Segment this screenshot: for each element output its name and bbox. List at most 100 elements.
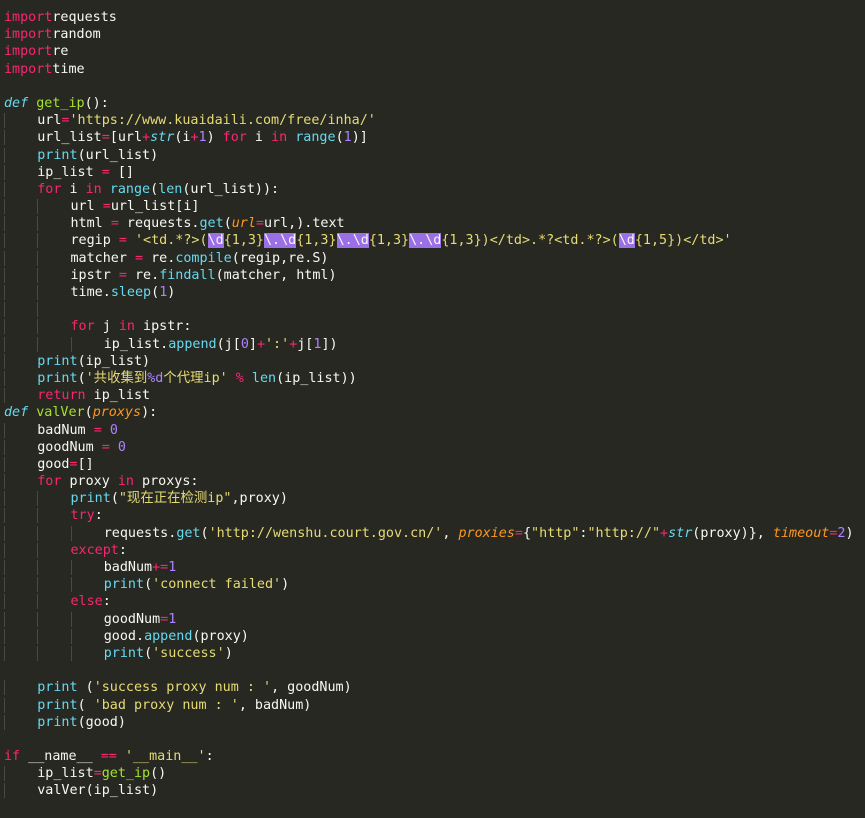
- code-token: (: [223, 216, 232, 232]
- indent-guide: [4, 594, 38, 610]
- code-line[interactable]: print('共收集到%d个代理ip' % len(ip_list)): [4, 370, 854, 387]
- code-line[interactable]: good.append(proxy): [4, 628, 854, 645]
- code-token: str: [668, 525, 693, 541]
- code-token: , badNum): [238, 697, 312, 713]
- code-line[interactable]: print ('success proxy num : ', goodNum): [4, 679, 854, 696]
- code-token: 0: [109, 422, 118, 438]
- indent-guide: [37, 560, 71, 575]
- code-token: in: [271, 130, 288, 146]
- code-token: str: [150, 130, 175, 146]
- code-line[interactable]: url =url_list[i]: [4, 198, 854, 215]
- code-token: ]: [248, 336, 257, 352]
- code-token: \d: [618, 233, 635, 249]
- code-line[interactable]: print('success'): [4, 645, 854, 662]
- code-token: '__main__': [124, 749, 206, 765]
- code-line[interactable]: def get_ip():: [4, 95, 854, 112]
- code-line[interactable]: print(ip_list): [4, 353, 854, 370]
- code-line[interactable]: importre: [4, 43, 854, 60]
- code-line[interactable]: html = requests.get(url=url,).text: [4, 215, 854, 232]
- code-token: \.: [336, 233, 353, 249]
- code-line[interactable]: if __name__ == '__main__':: [4, 748, 854, 765]
- code-line[interactable]: ipstr = re.findall(matcher, html): [4, 267, 854, 284]
- code-line[interactable]: return ip_list: [4, 387, 854, 404]
- code-line[interactable]: regip = '<td.*?>(\d{1,3}\.\d{1,3}\.\d{1,…: [4, 232, 854, 249]
- indent-guide: [4, 336, 38, 352]
- code-token: 1: [198, 130, 207, 146]
- code-token: time.: [70, 285, 111, 300]
- indent-guide: [70, 611, 104, 627]
- code-line[interactable]: else:: [4, 593, 854, 610]
- code-token: ):: [141, 405, 158, 421]
- code-token: (i: [174, 130, 191, 146]
- code-token: 'success proxy num : ': [93, 680, 272, 696]
- code-line[interactable]: print('connect failed'): [4, 576, 854, 593]
- code-token: "http://": [587, 525, 661, 541]
- indent-guide: [4, 250, 38, 266]
- code-line[interactable]: requests.get('http://wenshu.court.gov.cn…: [4, 525, 854, 542]
- code-line[interactable]: [4, 731, 854, 748]
- indent-guide: [37, 267, 71, 283]
- code-line[interactable]: [4, 78, 854, 95]
- code-token: :: [205, 749, 214, 765]
- code-token: re.: [143, 250, 176, 266]
- indent-guide: [4, 474, 38, 490]
- code-line[interactable]: badNum = 0: [4, 422, 854, 439]
- code-line[interactable]: def valVer(proxys):: [4, 404, 854, 421]
- code-token: "现在正在检测ip": [118, 491, 232, 507]
- code-line[interactable]: for i in range(len(url_list)):: [4, 181, 854, 198]
- code-token: in: [85, 181, 102, 197]
- code-line[interactable]: valVer(ip_list): [4, 782, 854, 799]
- code-token: ip_list: [85, 388, 151, 404]
- code-token: for: [70, 319, 95, 335]
- code-line[interactable]: importtime: [4, 61, 854, 78]
- code-token: {: [522, 525, 532, 541]
- code-token: (): [150, 766, 167, 782]
- code-line[interactable]: importrequests: [4, 9, 854, 26]
- code-token: ): [224, 645, 233, 661]
- code-token: (: [77, 370, 86, 386]
- code-line[interactable]: print(good): [4, 714, 854, 731]
- code-line[interactable]: [4, 662, 854, 679]
- code-line[interactable]: url_list=[url+str(i+1) for i in range(1)…: [4, 129, 854, 146]
- code-line[interactable]: print( 'bad proxy num : ', badNum): [4, 697, 854, 714]
- code-token: {1,5})</td>': [634, 233, 732, 249]
- indent-guide: [4, 525, 38, 541]
- code-token: (j[: [216, 336, 241, 352]
- code-token: else: [70, 594, 103, 610]
- indent-guide: [37, 491, 71, 507]
- code-token: for: [37, 181, 62, 197]
- code-line[interactable]: url='https://www.kuaidaili.com/free/inha…: [4, 112, 854, 129]
- code-line[interactable]: badNum+=1: [4, 559, 854, 576]
- code-line[interactable]: for j in ipstr:: [4, 318, 854, 335]
- code-token: =: [255, 216, 264, 232]
- code-token: ): [206, 130, 215, 146]
- code-line[interactable]: goodNum = 0: [4, 439, 854, 456]
- code-token: '共收集到: [85, 370, 148, 386]
- code-line[interactable]: [4, 301, 854, 318]
- indent-guide: [4, 542, 38, 558]
- code-line[interactable]: ip_list.append(j[0]+':'+j[1]): [4, 336, 854, 353]
- code-line[interactable]: importrandom: [4, 26, 854, 43]
- code-line[interactable]: goodNum=1: [4, 611, 854, 628]
- code-line[interactable]: time.sleep(1): [4, 284, 854, 301]
- code-line[interactable]: except:: [4, 542, 854, 559]
- code-line[interactable]: ip_list = []: [4, 164, 854, 181]
- code-token: (: [200, 525, 209, 541]
- code-token: requests: [52, 10, 117, 25]
- code-area[interactable]: importrequests importrandom importre import…: [4, 9, 854, 800]
- code-line[interactable]: good=[]: [4, 456, 854, 473]
- indent-guide: [4, 233, 38, 249]
- code-editor[interactable]: importrequests importrandom importre import…: [0, 0, 865, 818]
- code-line[interactable]: matcher = re.compile(regip,re.S): [4, 250, 854, 267]
- indent-guide: [37, 594, 71, 610]
- code-line[interactable]: for proxy in proxys:: [4, 473, 854, 490]
- code-line[interactable]: ip_list=get_ip(): [4, 765, 854, 782]
- code-line[interactable]: try:: [4, 507, 854, 524]
- code-token: requests.: [118, 216, 200, 232]
- code-line[interactable]: print("现在正在检测ip",proxy): [4, 490, 854, 507]
- code-token: regip: [70, 233, 119, 249]
- code-line[interactable]: print(url_list): [4, 147, 854, 164]
